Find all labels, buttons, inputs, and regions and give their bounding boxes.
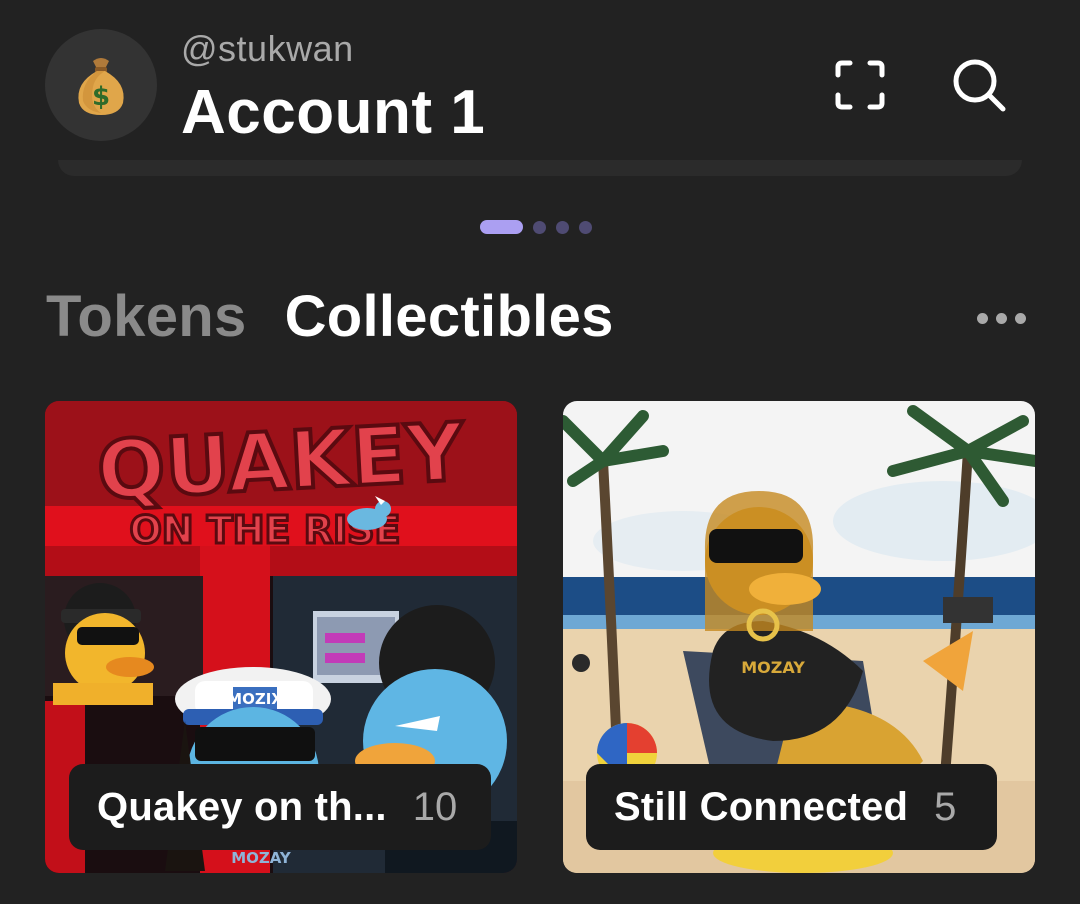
username: @stukwan: [181, 28, 354, 69]
collectible-card-still-connected[interactable]: MOZAY Still Connected 5: [563, 401, 1035, 873]
collectible-label[interactable]: Still Connected 5: [586, 764, 997, 850]
account-name: Account 1: [181, 78, 486, 147]
collectible-name: Quakey on th...: [97, 784, 387, 829]
more-dot: [976, 312, 988, 324]
header-divider: [58, 160, 1022, 176]
more-dot: [995, 312, 1007, 324]
page-dot-active[interactable]: [480, 220, 523, 234]
still-shirt-text: MOZAY: [741, 658, 805, 677]
collectible-name: Still Connected: [614, 784, 909, 829]
collectible-label[interactable]: Quakey on th... 10: [69, 764, 491, 850]
account-text[interactable]: @stukwan Account 1: [181, 28, 485, 148]
collectible-card-quakey[interactable]: QUAKEY ON THE RISE MOZIX MOZAY Quakey on…: [45, 401, 517, 873]
page-dot[interactable]: [533, 220, 546, 234]
quakey-shirt-text: MOZAY: [231, 849, 292, 867]
search-icon: [953, 59, 1006, 112]
page-dot[interactable]: [579, 220, 592, 234]
collectible-count: 10: [412, 784, 458, 829]
tab-tokens[interactable]: Tokens: [46, 284, 247, 350]
account-avatar[interactable]: $: [45, 29, 157, 141]
tab-collectibles[interactable]: Collectibles: [285, 284, 614, 350]
scan-button[interactable]: [825, 50, 895, 120]
scan-frame-icon: [835, 60, 885, 110]
more-options-button[interactable]: [966, 300, 1036, 336]
search-button[interactable]: [944, 50, 1014, 120]
quakey-title-text: QUAKEY: [95, 405, 467, 517]
page-indicator[interactable]: [480, 220, 592, 234]
page-dot[interactable]: [556, 220, 569, 234]
more-dot: [1014, 312, 1026, 324]
account-header: $ @stukwan Account 1: [0, 0, 1080, 160]
svg-text:$: $: [92, 82, 110, 112]
asset-tabs: Tokens Collectibles: [46, 284, 614, 350]
money-bag-icon: $: [78, 58, 124, 115]
quakey-hat-text: MOZIX: [227, 690, 283, 708]
collectible-count: 5: [934, 784, 957, 829]
